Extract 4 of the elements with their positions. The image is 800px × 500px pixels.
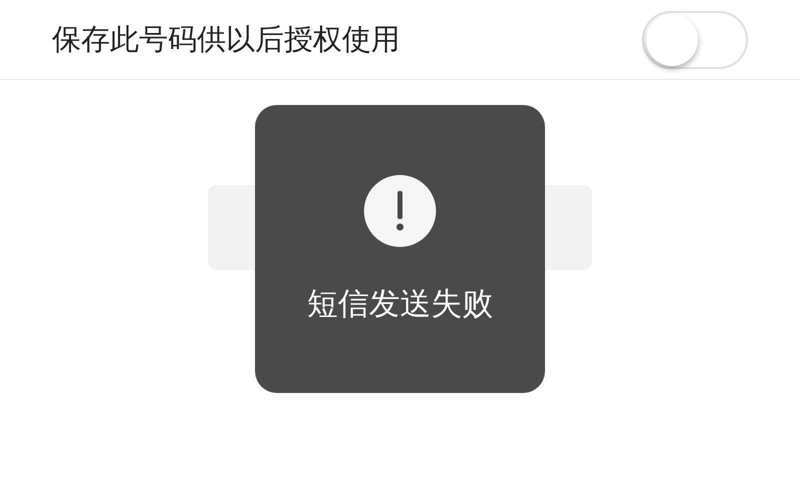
toggle-switch[interactable] — [642, 10, 748, 68]
toast-message: 短信发送失败 — [307, 285, 493, 324]
setting-label: 保存此号码供以后授权使用 — [52, 20, 400, 58]
exclamation-icon — [364, 175, 436, 247]
